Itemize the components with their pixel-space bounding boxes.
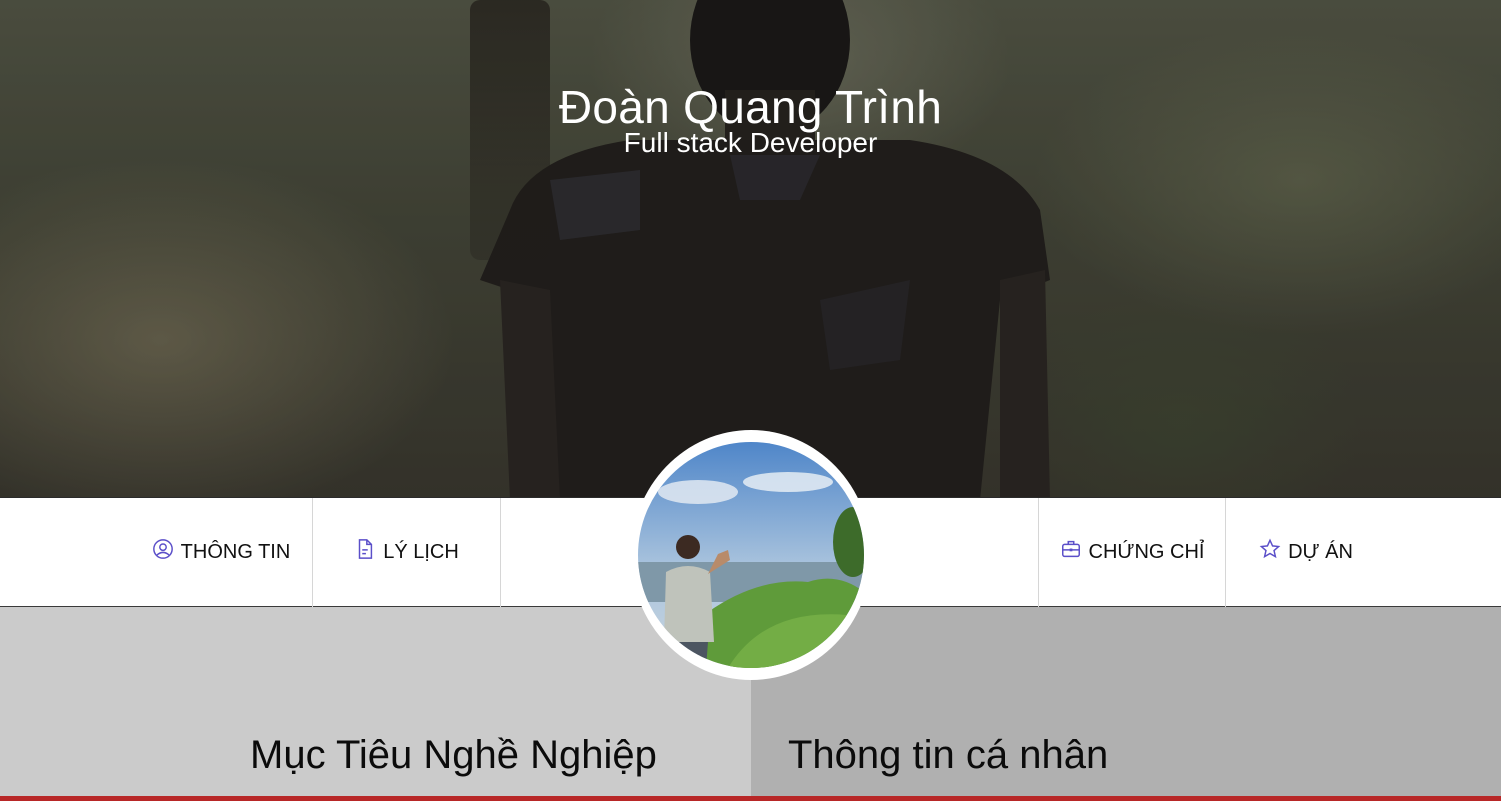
avatar[interactable] [631, 430, 871, 680]
document-icon [358, 538, 373, 559]
star-icon [1259, 538, 1281, 558]
nav-item-chung-chi[interactable]: CHỨNG CHỈ [1039, 498, 1225, 607]
nav-label: CHỨNG CHỈ [1088, 541, 1205, 563]
nav-item-ly-lich[interactable]: LÝ LỊCH [313, 498, 500, 607]
nav-item-thong-tin[interactable]: THÔNG TIN [130, 498, 312, 607]
nav-label: LÝ LỊCH [383, 541, 459, 563]
nav-label: DỰ ÁN [1288, 541, 1353, 563]
briefcase-icon [1061, 540, 1080, 557]
nav-item-du-an[interactable]: DỰ ÁN [1226, 498, 1386, 607]
hero-banner: Đoàn Quang Trình Full stack Developer [0, 0, 1501, 497]
nav-divider [500, 498, 501, 607]
profile-name: Đoàn Quang Trình [558, 81, 943, 133]
user-circle-icon [152, 538, 173, 559]
section-title-personal-info: Thông tin cá nhân [788, 733, 1109, 777]
section-title-career-goals: Mục Tiêu Nghề Nghiệp [250, 733, 657, 777]
nav-label: THÔNG TIN [180, 541, 291, 563]
accent-divider [0, 796, 1501, 801]
profile-role: Full stack Developer [623, 127, 878, 158]
hero-overlay [0, 0, 1501, 497]
avatar-photo [638, 442, 864, 668]
